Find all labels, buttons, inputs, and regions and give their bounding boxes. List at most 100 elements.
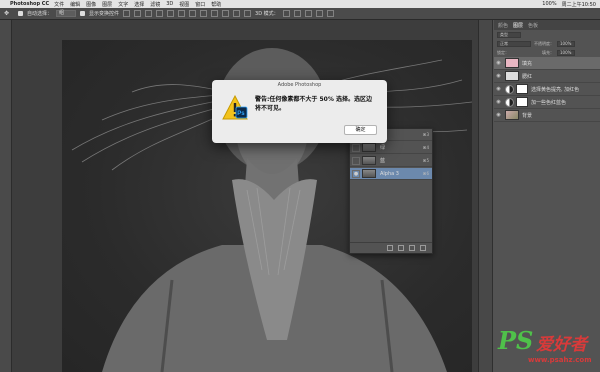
- tab-swatches[interactable]: 色板: [528, 22, 538, 29]
- lock-label: 锁定：: [497, 49, 509, 55]
- load-selection-icon[interactable]: [387, 245, 393, 251]
- layer-name: 腮红: [522, 73, 533, 80]
- roll-3d-icon[interactable]: [293, 10, 301, 17]
- eye-icon[interactable]: ◉: [494, 86, 503, 92]
- svg-text:Ps: Ps: [237, 111, 245, 117]
- layer-thumbnail: [505, 71, 519, 81]
- distribute-top-icon[interactable]: [189, 10, 197, 17]
- dialog-message: 警告:任何像素都不大于 50% 选择。选区边将不可见。: [255, 96, 372, 112]
- layer-mask-thumbnail: [516, 84, 528, 94]
- move-tool-icon[interactable]: ✥: [4, 10, 14, 18]
- alert-dialog: Adobe Photoshop Ps 警告:任何像素都不大于 50% 选择。选区…: [212, 80, 387, 143]
- ok-button[interactable]: 确定: [344, 125, 377, 135]
- channel-row-blue[interactable]: 蓝 ⌘5: [350, 155, 432, 167]
- eye-icon[interactable]: ◉: [494, 112, 503, 118]
- layer-row[interactable]: ◉ 选择黄色提亮, 加红色: [494, 83, 600, 96]
- channels-footer: [350, 242, 432, 253]
- layer-row[interactable]: ◉ 填充: [494, 57, 600, 70]
- menu-image[interactable]: 图像: [86, 1, 96, 8]
- eye-icon[interactable]: ◉: [494, 60, 503, 66]
- align-middle-icon[interactable]: [134, 10, 142, 17]
- save-selection-icon[interactable]: [398, 245, 404, 251]
- canvas-area: 红 ⌘3 绿 ⌘4 蓝 ⌘5 ● Alpha 3 ⌘6: [12, 20, 478, 372]
- menu-help[interactable]: 帮助: [211, 1, 221, 8]
- show-transform-checkbox[interactable]: [80, 11, 86, 16]
- tab-color[interactable]: 颜色: [498, 22, 508, 29]
- align-left-icon[interactable]: [156, 10, 164, 17]
- menu-type[interactable]: 文字: [118, 1, 128, 8]
- channel-shortcut: ⌘4: [422, 145, 429, 150]
- channel-row-alpha-3[interactable]: ● Alpha 3 ⌘6: [350, 168, 432, 180]
- slide-3d-icon[interactable]: [315, 10, 323, 17]
- align-top-icon[interactable]: [123, 10, 131, 17]
- layer-row[interactable]: ◉ 腮红: [494, 70, 600, 83]
- clock: 周二上午10:50: [561, 1, 596, 8]
- eye-icon[interactable]: ◉: [494, 99, 503, 105]
- watermark-brand: 爱好者: [536, 335, 587, 355]
- visibility-toggle-icon[interactable]: [352, 156, 360, 165]
- tools-panel[interactable]: [0, 20, 12, 372]
- blend-mode-dropdown[interactable]: 正常: [497, 40, 531, 47]
- layer-name: 加一些色红蓝色: [531, 99, 567, 106]
- menu-view[interactable]: 视图: [179, 1, 189, 8]
- menubar-status: 100% 周二上午10:50: [542, 0, 596, 8]
- opacity-label: 不透明度：: [534, 40, 554, 46]
- menu-file[interactable]: 文件: [54, 1, 64, 8]
- new-channel-icon[interactable]: [409, 245, 415, 251]
- panel-tabs: 颜色 图层 色板: [494, 20, 600, 30]
- dialog-title: Adobe Photoshop: [277, 82, 322, 88]
- layer-mask-thumbnail: [516, 97, 528, 107]
- auto-select-dropdown[interactable]: 组: [56, 10, 77, 17]
- channel-name: 蓝: [380, 158, 386, 164]
- align-bottom-icon[interactable]: [145, 10, 153, 17]
- auto-select-checkbox[interactable]: [18, 11, 23, 16]
- menu-3d[interactable]: 3D: [166, 1, 173, 7]
- visibility-toggle-icon[interactable]: ●: [352, 169, 360, 178]
- menu-edit[interactable]: 编辑: [70, 1, 80, 8]
- drag-3d-icon[interactable]: [304, 10, 312, 17]
- delete-channel-icon[interactable]: [420, 245, 426, 251]
- blend-row: 正常 不透明度： 100%: [494, 39, 600, 48]
- collapsed-panels-strip[interactable]: [479, 20, 493, 372]
- options-bar: ✥ 自动选择： 组 显示变换控件 3D 模式：: [0, 8, 600, 20]
- distribute-bottom-icon[interactable]: [211, 10, 219, 17]
- channel-name: 绿: [380, 145, 386, 151]
- align-right-icon[interactable]: [178, 10, 186, 17]
- channel-name: Alpha 3: [380, 170, 399, 177]
- menu-layer[interactable]: 图层: [102, 1, 112, 8]
- mode-3d-label: 3D 模式：: [255, 11, 279, 17]
- opacity-input[interactable]: 100%: [557, 40, 575, 47]
- channel-row-green[interactable]: 绿 ⌘4: [350, 142, 432, 154]
- auto-select-label: 自动选择：: [27, 11, 53, 17]
- layer-thumbnail: [505, 110, 519, 120]
- filter-row: 类型: [494, 30, 600, 39]
- orbit-3d-icon[interactable]: [282, 10, 290, 17]
- watermark-url: www.psahz.com: [528, 356, 592, 364]
- distribute-left-icon[interactable]: [222, 10, 230, 17]
- layer-row[interactable]: ◉ 加一些色红蓝色: [494, 96, 600, 109]
- eye-icon[interactable]: ◉: [494, 73, 503, 79]
- app-name-menu[interactable]: Photoshop CC: [10, 1, 49, 7]
- distribute-center-icon[interactable]: [233, 10, 241, 17]
- site-watermark: PS 爱好者 www.psahz.com: [498, 326, 598, 370]
- channel-thumbnail: [362, 143, 376, 152]
- tab-layers[interactable]: 图层: [513, 22, 523, 29]
- menu-bar: Photoshop CC 文件 编辑 图像 图层 文字 选择 滤镜 3D 视图 …: [0, 0, 600, 8]
- menu-select[interactable]: 选择: [134, 1, 144, 8]
- distribute-middle-icon[interactable]: [200, 10, 208, 17]
- visibility-toggle-icon[interactable]: [352, 143, 360, 152]
- fill-input[interactable]: 100%: [557, 49, 575, 56]
- menu-window[interactable]: 窗口: [195, 1, 205, 8]
- channels-panel: 红 ⌘3 绿 ⌘4 蓝 ⌘5 ● Alpha 3 ⌘6: [349, 128, 433, 254]
- layer-thumbnail: [505, 58, 519, 68]
- adjustment-layer-icon: [505, 97, 514, 107]
- align-center-icon[interactable]: [167, 10, 175, 17]
- distribute-right-icon[interactable]: [244, 10, 252, 17]
- channel-shortcut: ⌘6: [422, 171, 429, 176]
- menu-filter[interactable]: 滤镜: [150, 1, 160, 8]
- scale-3d-icon[interactable]: [326, 10, 334, 17]
- kind-filter-dropdown[interactable]: 类型: [497, 31, 521, 38]
- layer-row[interactable]: ◉ 背景: [494, 109, 600, 122]
- fill-label: 填充：: [542, 49, 554, 55]
- right-dock: 颜色 图层 色板 类型 正常 不透明度： 100% 锁定： 填充： 100% ◉…: [478, 20, 600, 372]
